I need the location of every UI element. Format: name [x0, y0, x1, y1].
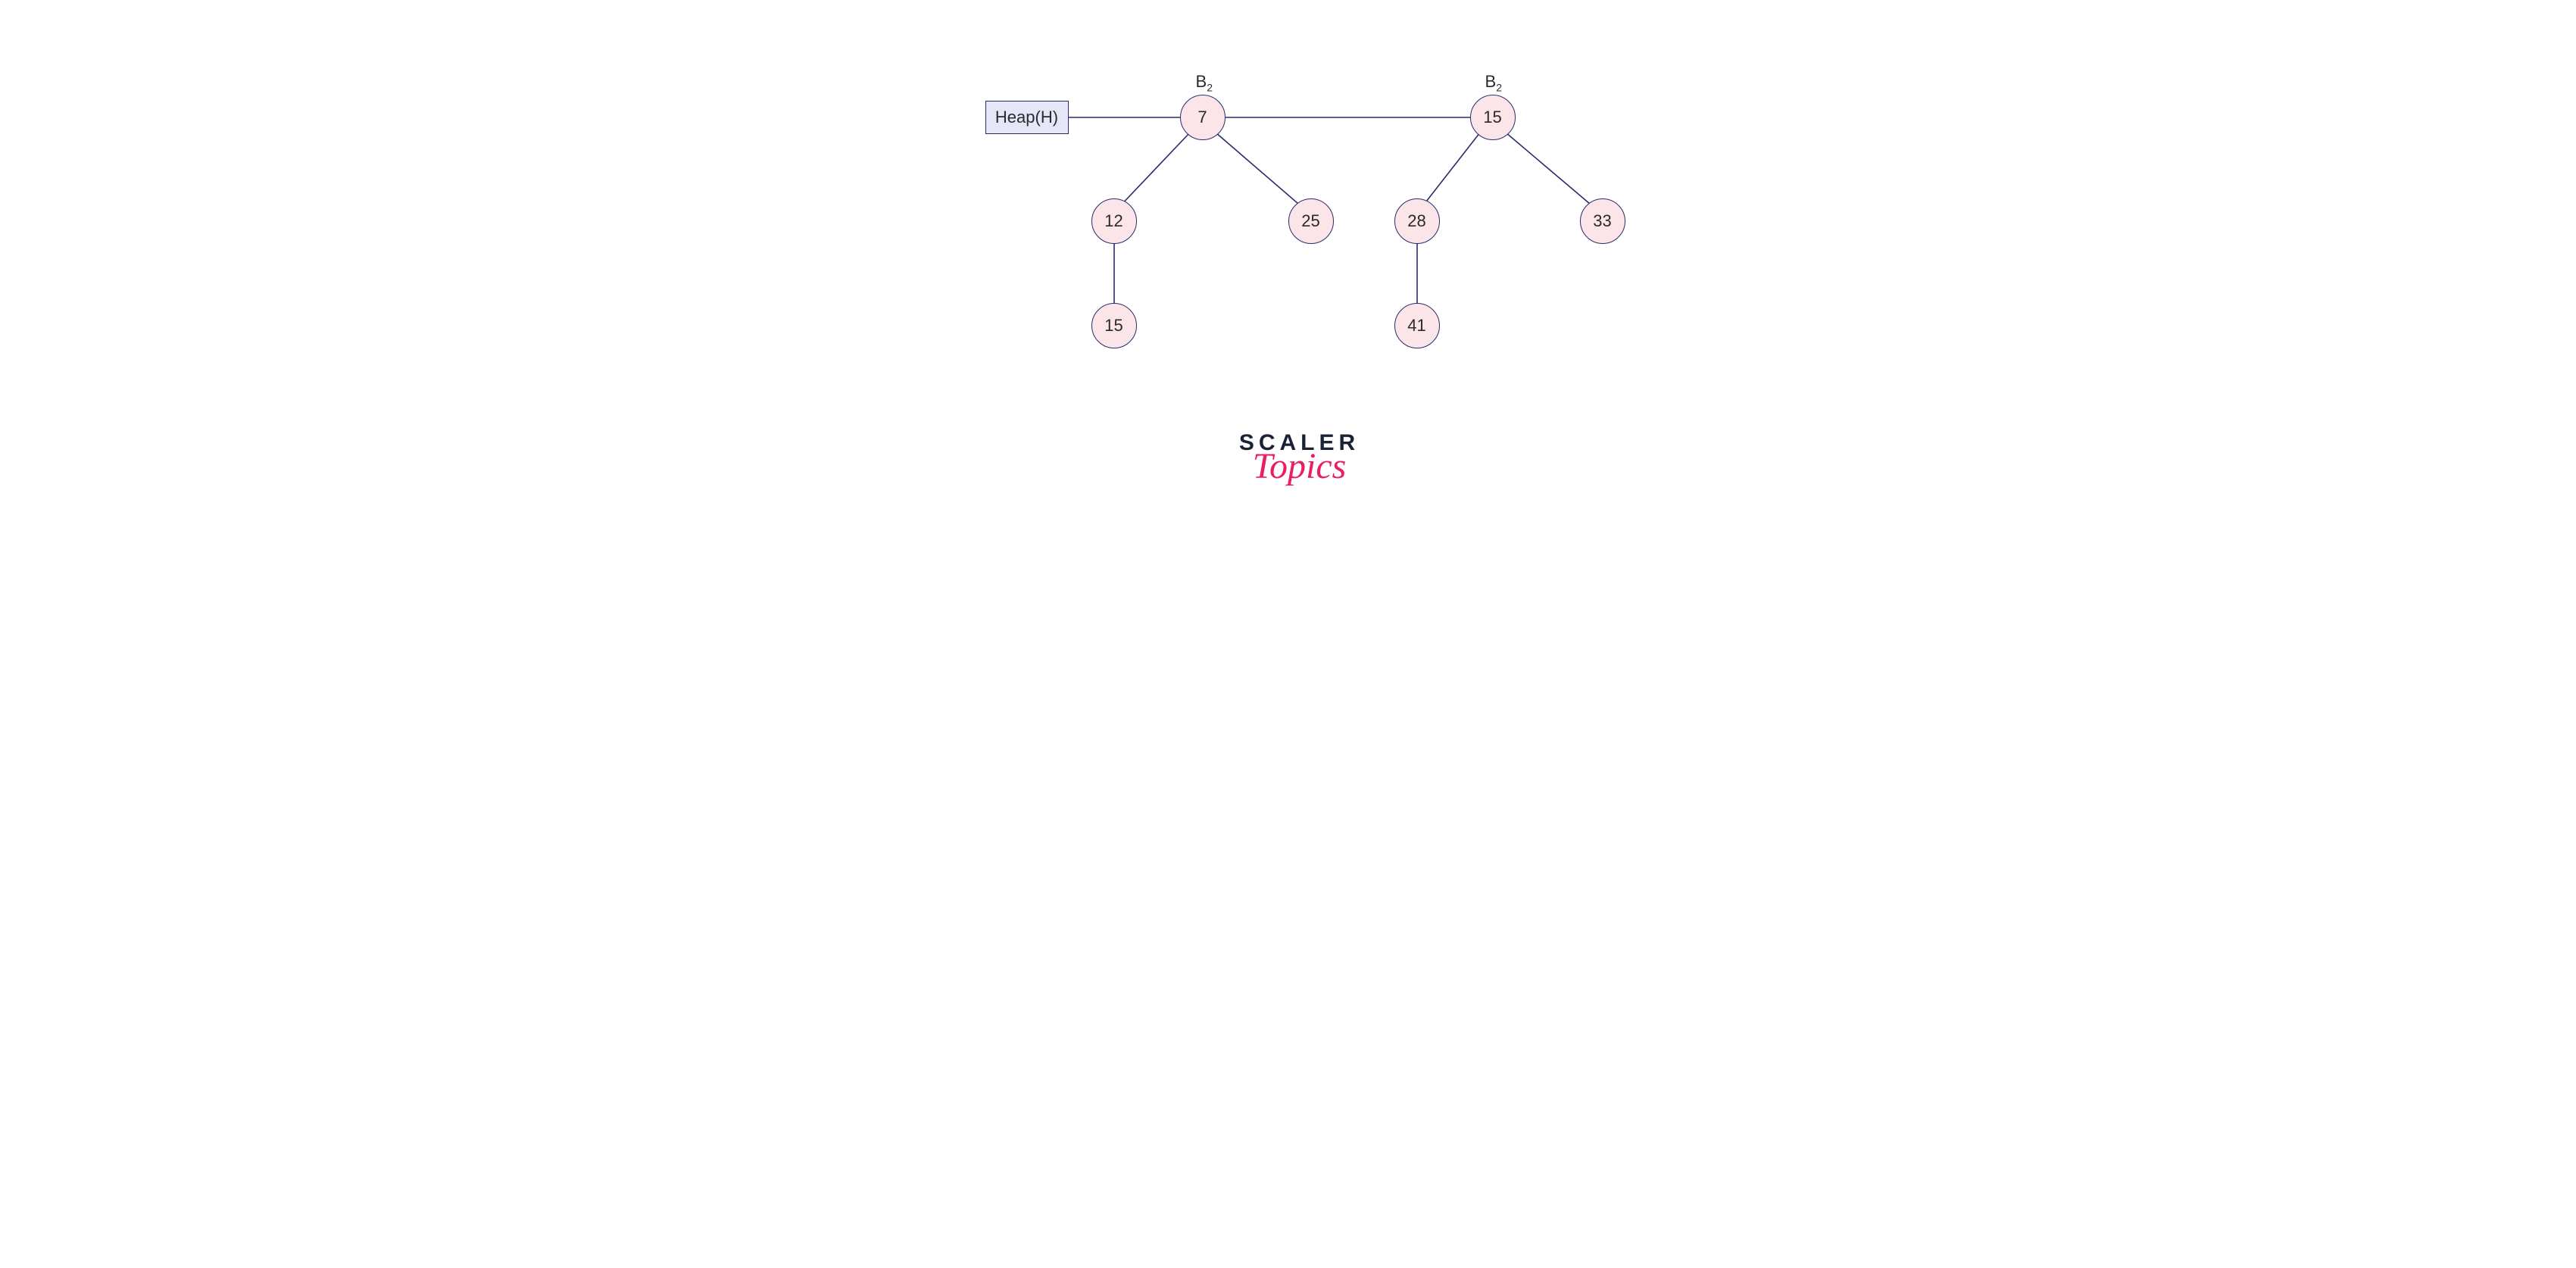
edge-root1-to-right: [1216, 133, 1304, 208]
heap-head-label: Heap(H): [995, 108, 1058, 127]
node-tree2-left-child-value: 41: [1407, 316, 1425, 336]
node-tree2-root: 15: [1470, 95, 1516, 140]
tree1-order-sub: 2: [1207, 81, 1213, 93]
node-tree1-root-value: 7: [1197, 108, 1207, 127]
edge-layer: [705, 0, 1872, 574]
tree2-order-base: B: [1485, 72, 1497, 91]
node-tree2-left: 28: [1394, 198, 1440, 244]
brand-logo-line2: Topics: [1235, 450, 1364, 483]
node-tree2-left-child: 41: [1394, 303, 1440, 348]
heap-head-box: Heap(H): [985, 101, 1069, 134]
node-tree1-right: 25: [1288, 198, 1334, 244]
node-tree2-right: 33: [1580, 198, 1625, 244]
node-tree1-root: 7: [1180, 95, 1226, 140]
node-tree2-root-value: 15: [1483, 108, 1501, 127]
edge-root1-to-left: [1118, 133, 1190, 208]
node-tree1-left-child: 15: [1091, 303, 1137, 348]
node-tree2-left-value: 28: [1407, 211, 1425, 231]
tree2-order-sub: 2: [1496, 81, 1502, 93]
tree1-order-label: B2: [1196, 72, 1213, 93]
tree2-order-label: B2: [1485, 72, 1502, 93]
diagram-canvas: Heap(H) B2 B2 7 12 25 15 15 28 33 41 SCA…: [705, 0, 1872, 574]
edge-root2-to-left: [1421, 133, 1480, 208]
edge-root2-to-right: [1506, 133, 1595, 208]
node-tree1-left-child-value: 15: [1104, 316, 1123, 336]
node-tree1-left-value: 12: [1104, 211, 1123, 231]
node-tree1-right-value: 25: [1301, 211, 1319, 231]
tree1-order-base: B: [1196, 72, 1207, 91]
brand-logo: SCALER Topics: [1235, 432, 1364, 483]
node-tree2-right-value: 33: [1593, 211, 1611, 231]
node-tree1-left: 12: [1091, 198, 1137, 244]
